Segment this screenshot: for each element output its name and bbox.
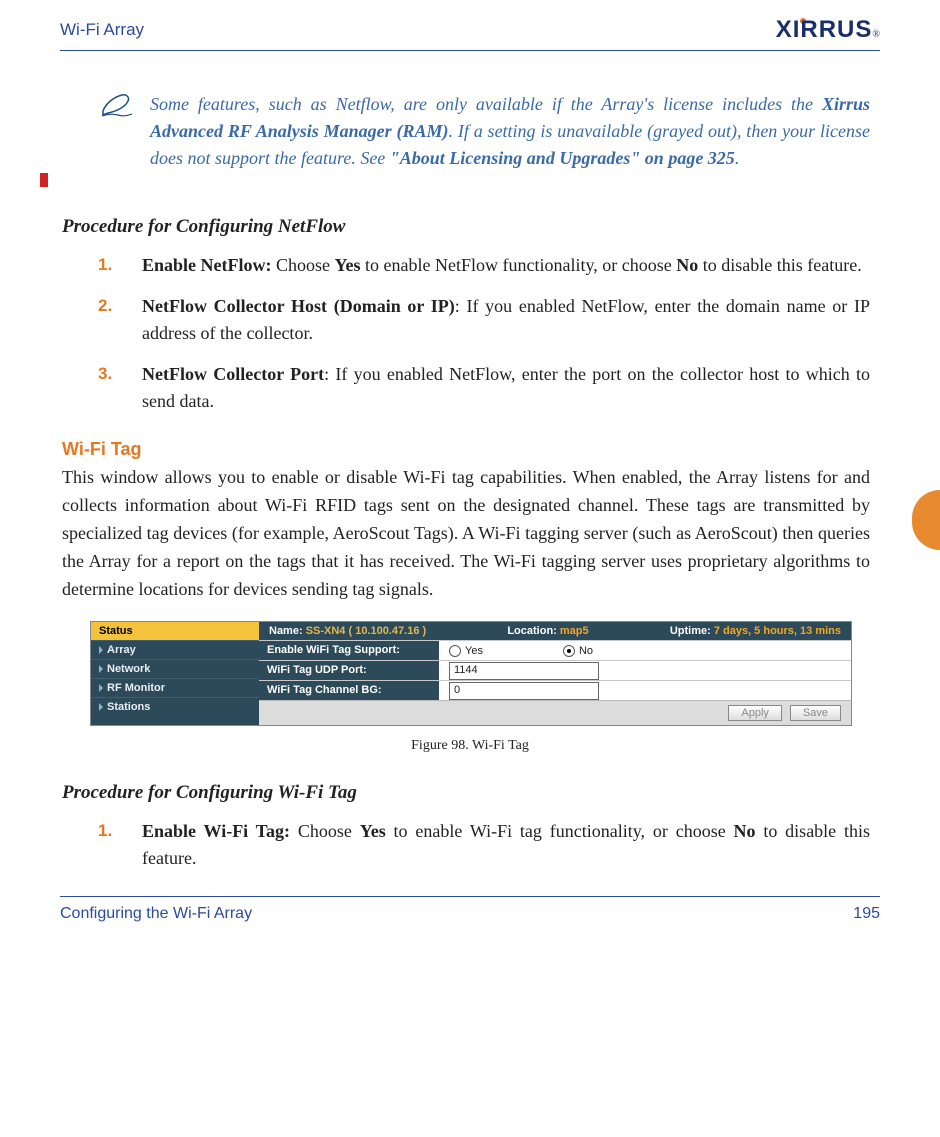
save-button[interactable]: Save xyxy=(790,705,841,721)
change-bar-icon xyxy=(40,173,48,187)
figure-screenshot: Status Array Network RF Monitor Stations… xyxy=(90,621,880,726)
caret-icon xyxy=(99,646,103,654)
wifitag-heading: Wi-Fi Tag xyxy=(62,439,880,460)
list-item: 2. NetFlow Collector Host (Domain or IP)… xyxy=(98,293,870,347)
row-value: Yes No xyxy=(439,645,851,657)
note-seg3: . xyxy=(735,148,740,168)
item-term: Enable NetFlow: xyxy=(142,255,272,275)
ui-top-row: Status Array Network RF Monitor Stations… xyxy=(91,622,851,725)
sidebar-item-label: Array xyxy=(107,644,136,656)
sidebar-item-label: Network xyxy=(107,663,150,675)
udp-port-input[interactable]: 1144 xyxy=(449,662,599,680)
radio-dot-fill-icon xyxy=(567,649,571,653)
page: Wi-Fi Array XIRRUS® Some features, such … xyxy=(0,0,940,953)
item-text: Choose xyxy=(272,255,335,275)
ui-info-bar: Name: SS-XN4 ( 10.100.47.16 ) Location: … xyxy=(259,622,851,640)
row-label: WiFi Tag UDP Port: xyxy=(259,661,439,680)
radio-yes[interactable]: Yes xyxy=(449,645,483,657)
ui-sidebar: Status Array Network RF Monitor Stations xyxy=(91,622,259,725)
item-bold: No xyxy=(734,821,756,841)
item-number: 3. xyxy=(98,361,112,387)
info-name-label: Name: xyxy=(269,625,303,637)
radio-icon xyxy=(563,645,575,657)
item-bold: Yes xyxy=(335,255,361,275)
row-channel-bg: WiFi Tag Channel BG: 0 xyxy=(259,680,851,700)
note-seg1: Some features, such as Netflow, are only… xyxy=(150,94,822,114)
sidebar-item-network[interactable]: Network xyxy=(91,659,259,678)
item-term: NetFlow Collector Port xyxy=(142,364,324,384)
note-link: "About Licensing and Upgrades" on page 3… xyxy=(390,148,735,168)
radio-icon xyxy=(449,645,461,657)
wifitag-proc-heading: Procedure for Configuring Wi-Fi Tag xyxy=(62,782,880,804)
item-bold: Yes xyxy=(360,821,386,841)
sidebar-item-label: RF Monitor xyxy=(107,682,165,694)
radio-group-enable: Yes No xyxy=(449,645,593,657)
row-udp-port: WiFi Tag UDP Port: 1144 xyxy=(259,660,851,680)
netflow-heading: Procedure for Configuring NetFlow xyxy=(62,216,880,238)
radio-label: No xyxy=(579,645,593,657)
row-value: 0 xyxy=(439,682,851,700)
info-ip-value: ( 10.100.47.16 ) xyxy=(349,625,427,637)
info-uptime-value: 7 days, 5 hours, 13 mins xyxy=(714,625,841,637)
info-uptime-label: Uptime: xyxy=(670,625,711,637)
item-text: to enable Wi-Fi tag functionality, or ch… xyxy=(386,821,734,841)
wifitag-list: 1. Enable Wi-Fi Tag: Choose Yes to enabl… xyxy=(60,818,880,872)
item-term: Enable Wi-Fi Tag: xyxy=(142,821,290,841)
sidebar-status: Status xyxy=(91,622,259,640)
info-name-value: SS-XN4 xyxy=(306,625,346,637)
ui-main: Name: SS-XN4 ( 10.100.47.16 ) Location: … xyxy=(259,622,851,725)
item-term: NetFlow Collector Host (Domain or IP) xyxy=(142,296,455,316)
sidebar-item-array[interactable]: Array xyxy=(91,640,259,659)
item-text: to disable this feature. xyxy=(698,255,861,275)
item-number: 1. xyxy=(98,818,112,844)
note-block: Some features, such as Netflow, are only… xyxy=(100,91,870,172)
note-text: Some features, such as Netflow, are only… xyxy=(150,91,870,172)
list-item: 1. Enable Wi-Fi Tag: Choose Yes to enabl… xyxy=(98,818,870,872)
item-number: 2. xyxy=(98,293,112,319)
sidebar-item-stations[interactable]: Stations xyxy=(91,697,259,716)
caret-icon xyxy=(99,665,103,673)
figure-caption: Figure 98. Wi-Fi Tag xyxy=(60,738,880,754)
apply-button[interactable]: Apply xyxy=(728,705,782,721)
side-tab xyxy=(912,490,940,550)
registered-icon: ® xyxy=(872,29,880,40)
info-location-value: map5 xyxy=(560,625,589,637)
radio-label: Yes xyxy=(465,645,483,657)
row-enable-tag: Enable WiFi Tag Support: Yes No xyxy=(259,640,851,660)
netflow-list: 1. Enable NetFlow: Choose Yes to enable … xyxy=(60,252,880,415)
channel-input[interactable]: 0 xyxy=(449,682,599,700)
hand-write-icon xyxy=(100,91,134,172)
info-location-label: Location: xyxy=(507,625,557,637)
xirrus-logo: XIRRUS® xyxy=(776,16,880,44)
radio-no[interactable]: No xyxy=(563,645,593,657)
sidebar-item-label: Stations xyxy=(107,701,150,713)
page-header: Wi-Fi Array XIRRUS® xyxy=(60,16,880,51)
item-text: Choose xyxy=(290,821,360,841)
running-head: Wi-Fi Array xyxy=(60,20,144,40)
row-label: WiFi Tag Channel BG: xyxy=(259,681,439,700)
item-text: to enable NetFlow functionality, or choo… xyxy=(361,255,677,275)
item-number: 1. xyxy=(98,252,112,278)
list-item: 1. Enable NetFlow: Choose Yes to enable … xyxy=(98,252,870,279)
item-bold: No xyxy=(676,255,698,275)
ui-button-bar: Apply Save xyxy=(259,700,851,725)
ui-panel: Status Array Network RF Monitor Stations… xyxy=(90,621,852,726)
list-item: 3. NetFlow Collector Port: If you enable… xyxy=(98,361,870,415)
row-value: 1144 xyxy=(439,662,851,680)
caret-icon xyxy=(99,684,103,692)
footer-section: Configuring the Wi-Fi Array xyxy=(60,905,252,923)
sidebar-item-rf[interactable]: RF Monitor xyxy=(91,678,259,697)
row-label: Enable WiFi Tag Support: xyxy=(259,641,439,660)
caret-icon xyxy=(99,703,103,711)
page-footer: Configuring the Wi-Fi Array 195 xyxy=(60,896,880,923)
logo-text: XIRRUS xyxy=(776,16,873,44)
wifitag-paragraph: This window allows you to enable or disa… xyxy=(62,464,870,603)
page-number: 195 xyxy=(853,905,880,923)
